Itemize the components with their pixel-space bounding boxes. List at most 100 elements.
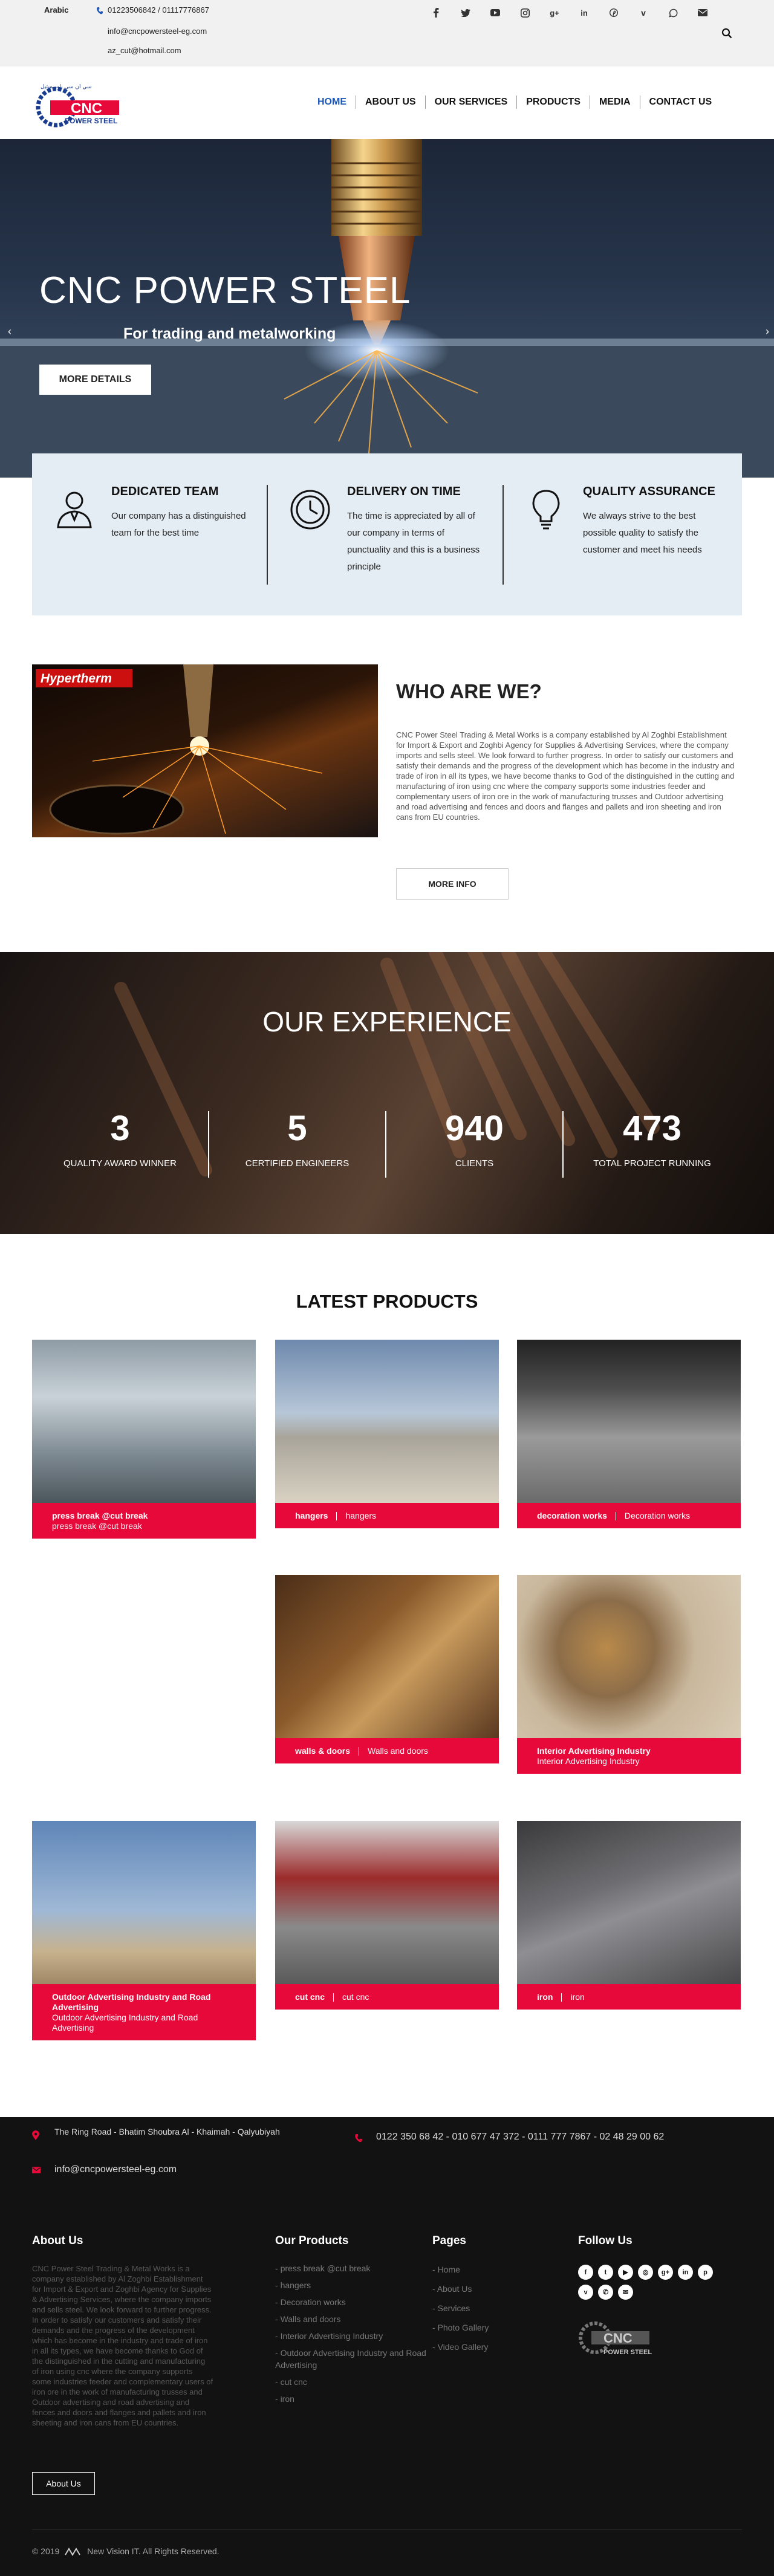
youtube-icon[interactable] <box>490 7 501 18</box>
footer-phones[interactable]: 0122 350 68 42 - 010 677 47 372 - 0111 7… <box>376 2132 664 2143</box>
caption-divider <box>561 1993 562 2002</box>
footer-social-links: f t ▶ ◎ g+ in p v ✆ ✉ <box>578 2265 726 2305</box>
location-pin-icon <box>32 2130 39 2140</box>
footer-logo[interactable]: CNC POWER STEEL <box>578 2317 675 2359</box>
language-switch[interactable]: Arabic <box>44 5 68 15</box>
google-plus-icon[interactable]: g+ <box>658 2265 673 2280</box>
slider-prev-icon[interactable]: ‹ <box>8 325 32 341</box>
footer-product-link[interactable]: - Decoration works <box>275 2294 450 2311</box>
pinterest-icon[interactable]: p <box>698 2265 713 2280</box>
footer-product-link[interactable]: - cut cnc <box>275 2373 450 2390</box>
nav-our-services[interactable]: OUR SERVICES <box>426 96 518 109</box>
twitter-icon[interactable] <box>460 7 471 18</box>
footer-page-link[interactable]: - Services <box>432 2299 553 2318</box>
hero-subtitle: For trading and metalworking <box>123 325 336 342</box>
product-caption: Outdoor Advertising Industry and Road Ad… <box>32 1984 256 2040</box>
instagram-icon[interactable] <box>519 7 530 18</box>
mail-icon[interactable] <box>697 7 708 18</box>
more-info-button[interactable]: MORE INFO <box>396 868 509 900</box>
footer-email[interactable]: info@cncpowersteel-eg.com <box>54 2164 177 2175</box>
product-image <box>32 1821 256 1984</box>
search-icon[interactable] <box>721 28 732 39</box>
google-plus-icon[interactable]: g+ <box>549 7 560 18</box>
product-image <box>275 1340 499 1503</box>
footer-page-link[interactable]: - About Us <box>432 2279 553 2299</box>
pinterest-icon[interactable] <box>608 7 619 18</box>
phone-icon <box>355 2134 362 2143</box>
footer-page-link[interactable]: - Video Gallery <box>432 2337 553 2357</box>
product-caption: hangers hangers <box>275 1503 499 1528</box>
product-title: Interior Advertising Industry <box>537 1746 651 1756</box>
product-subtitle: Decoration works <box>624 1511 691 1520</box>
product-card[interactable]: press break @cut break press break @cut … <box>32 1340 256 1539</box>
product-card[interactable]: iron iron <box>517 1821 741 2010</box>
topbar-email-2[interactable]: az_cut@hotmail.com <box>108 46 181 55</box>
facebook-icon[interactable] <box>431 7 441 18</box>
footer-products-list: - press break @cut break - hangers - Dec… <box>275 2260 450 2407</box>
footer-about-button[interactable]: About Us <box>32 2472 95 2495</box>
product-image <box>32 1340 256 1503</box>
feature-title: DELIVERY ON TIME <box>347 485 461 498</box>
product-subtitle: Outdoor Advertising Industry and Road Ad… <box>52 2013 198 2033</box>
linkedin-icon[interactable]: in <box>678 2265 693 2280</box>
nav-contact-us[interactable]: CONTACT US <box>640 96 721 109</box>
facebook-icon[interactable]: f <box>578 2265 593 2280</box>
footer-product-link[interactable]: - press break @cut break <box>275 2260 450 2277</box>
vimeo-icon[interactable]: v <box>578 2285 593 2300</box>
latest-products-title: LATEST PRODUCTS <box>296 1291 478 1312</box>
nav-media[interactable]: MEDIA <box>590 96 640 109</box>
email-icon <box>32 2167 41 2173</box>
whatsapp-icon[interactable]: ✆ <box>598 2285 613 2300</box>
twitter-icon[interactable]: t <box>598 2265 613 2280</box>
product-card[interactable]: Interior Advertising Industry Interior A… <box>517 1575 741 1774</box>
product-subtitle: press break @cut break <box>52 1521 142 1531</box>
whatsapp-icon[interactable] <box>668 7 678 18</box>
vimeo-icon[interactable]: v <box>638 7 649 18</box>
main-nav: HOME ABOUT US OUR SERVICES PRODUCTS MEDI… <box>308 96 721 109</box>
footer-page-link[interactable]: - Home <box>432 2260 553 2279</box>
svg-text:CNC: CNC <box>71 100 102 117</box>
feature-text: Our company has a distinguished team for… <box>111 511 246 538</box>
who-title: WHO ARE WE? <box>396 680 542 702</box>
nav-home[interactable]: HOME <box>308 96 356 109</box>
footer-product-link[interactable]: - Outdoor Advertising Industry and Road … <box>275 2344 450 2373</box>
instagram-icon[interactable]: ◎ <box>638 2265 653 2280</box>
feature-delivery-on-time: DELIVERY ON TIME The time is appreciated… <box>268 485 504 585</box>
product-card[interactable]: Outdoor Advertising Industry and Road Ad… <box>32 1821 256 2040</box>
feature-title: DEDICATED TEAM <box>111 485 219 498</box>
footer-logo-brand: CNC <box>603 2331 633 2346</box>
product-card[interactable]: walls & doors Walls and doors <box>275 1575 499 1763</box>
topbar-phones[interactable]: 01223506842 / 01117776867 <box>108 5 209 15</box>
phone-icon <box>97 7 103 15</box>
youtube-icon[interactable]: ▶ <box>618 2265 633 2280</box>
experience-background <box>114 952 660 1176</box>
topbar-email[interactable]: info@cncpowersteel-eg.com <box>108 27 207 36</box>
footer-product-link[interactable]: - Walls and doors <box>275 2311 450 2328</box>
footer-about-title: About Us <box>32 2234 83 2247</box>
product-title: walls & doors <box>295 1746 351 1756</box>
experience-title: OUR EXPERIENCE <box>262 1006 512 1037</box>
mail-icon[interactable]: ✉ <box>618 2285 633 2300</box>
product-subtitle: hangers <box>345 1511 377 1520</box>
nav-products[interactable]: PRODUCTS <box>517 96 590 109</box>
site-logo[interactable]: CNC سي ان سي باور ستيل POWER STEEL <box>33 80 130 128</box>
feature-dedicated-team: DEDICATED TEAM Our company has a disting… <box>32 485 268 585</box>
product-card[interactable]: decoration works Decoration works <box>517 1340 741 1528</box>
footer-logo-graphic: CNC POWER STEEL <box>579 2321 652 2356</box>
product-title: press break @cut break <box>52 1511 148 1520</box>
counter-label: CERTIFIED ENGINEERS <box>245 1158 350 1169</box>
nav-about-us[interactable]: ABOUT US <box>356 96 426 109</box>
footer-product-link[interactable]: - hangers <box>275 2277 450 2294</box>
copyright-year: © 2019 <box>32 2546 60 2556</box>
footer-page-link[interactable]: - Photo Gallery <box>432 2318 553 2337</box>
more-details-button[interactable]: MORE DETAILS <box>39 365 151 395</box>
linkedin-icon[interactable]: in <box>579 7 590 18</box>
counter-quality-award: 3 QUALITY AWARD WINNER <box>32 1111 209 1178</box>
counter-total-projects: 473 TOTAL PROJECT RUNNING <box>564 1111 741 1178</box>
product-card[interactable]: hangers hangers <box>275 1340 499 1528</box>
footer-product-link[interactable]: - Interior Advertising Industry <box>275 2328 450 2344</box>
footer-follow-title: Follow Us <box>578 2234 633 2247</box>
product-card[interactable]: cut cnc cut cnc <box>275 1821 499 2010</box>
slider-next-icon[interactable]: › <box>745 325 769 341</box>
footer-product-link[interactable]: - iron <box>275 2390 450 2407</box>
